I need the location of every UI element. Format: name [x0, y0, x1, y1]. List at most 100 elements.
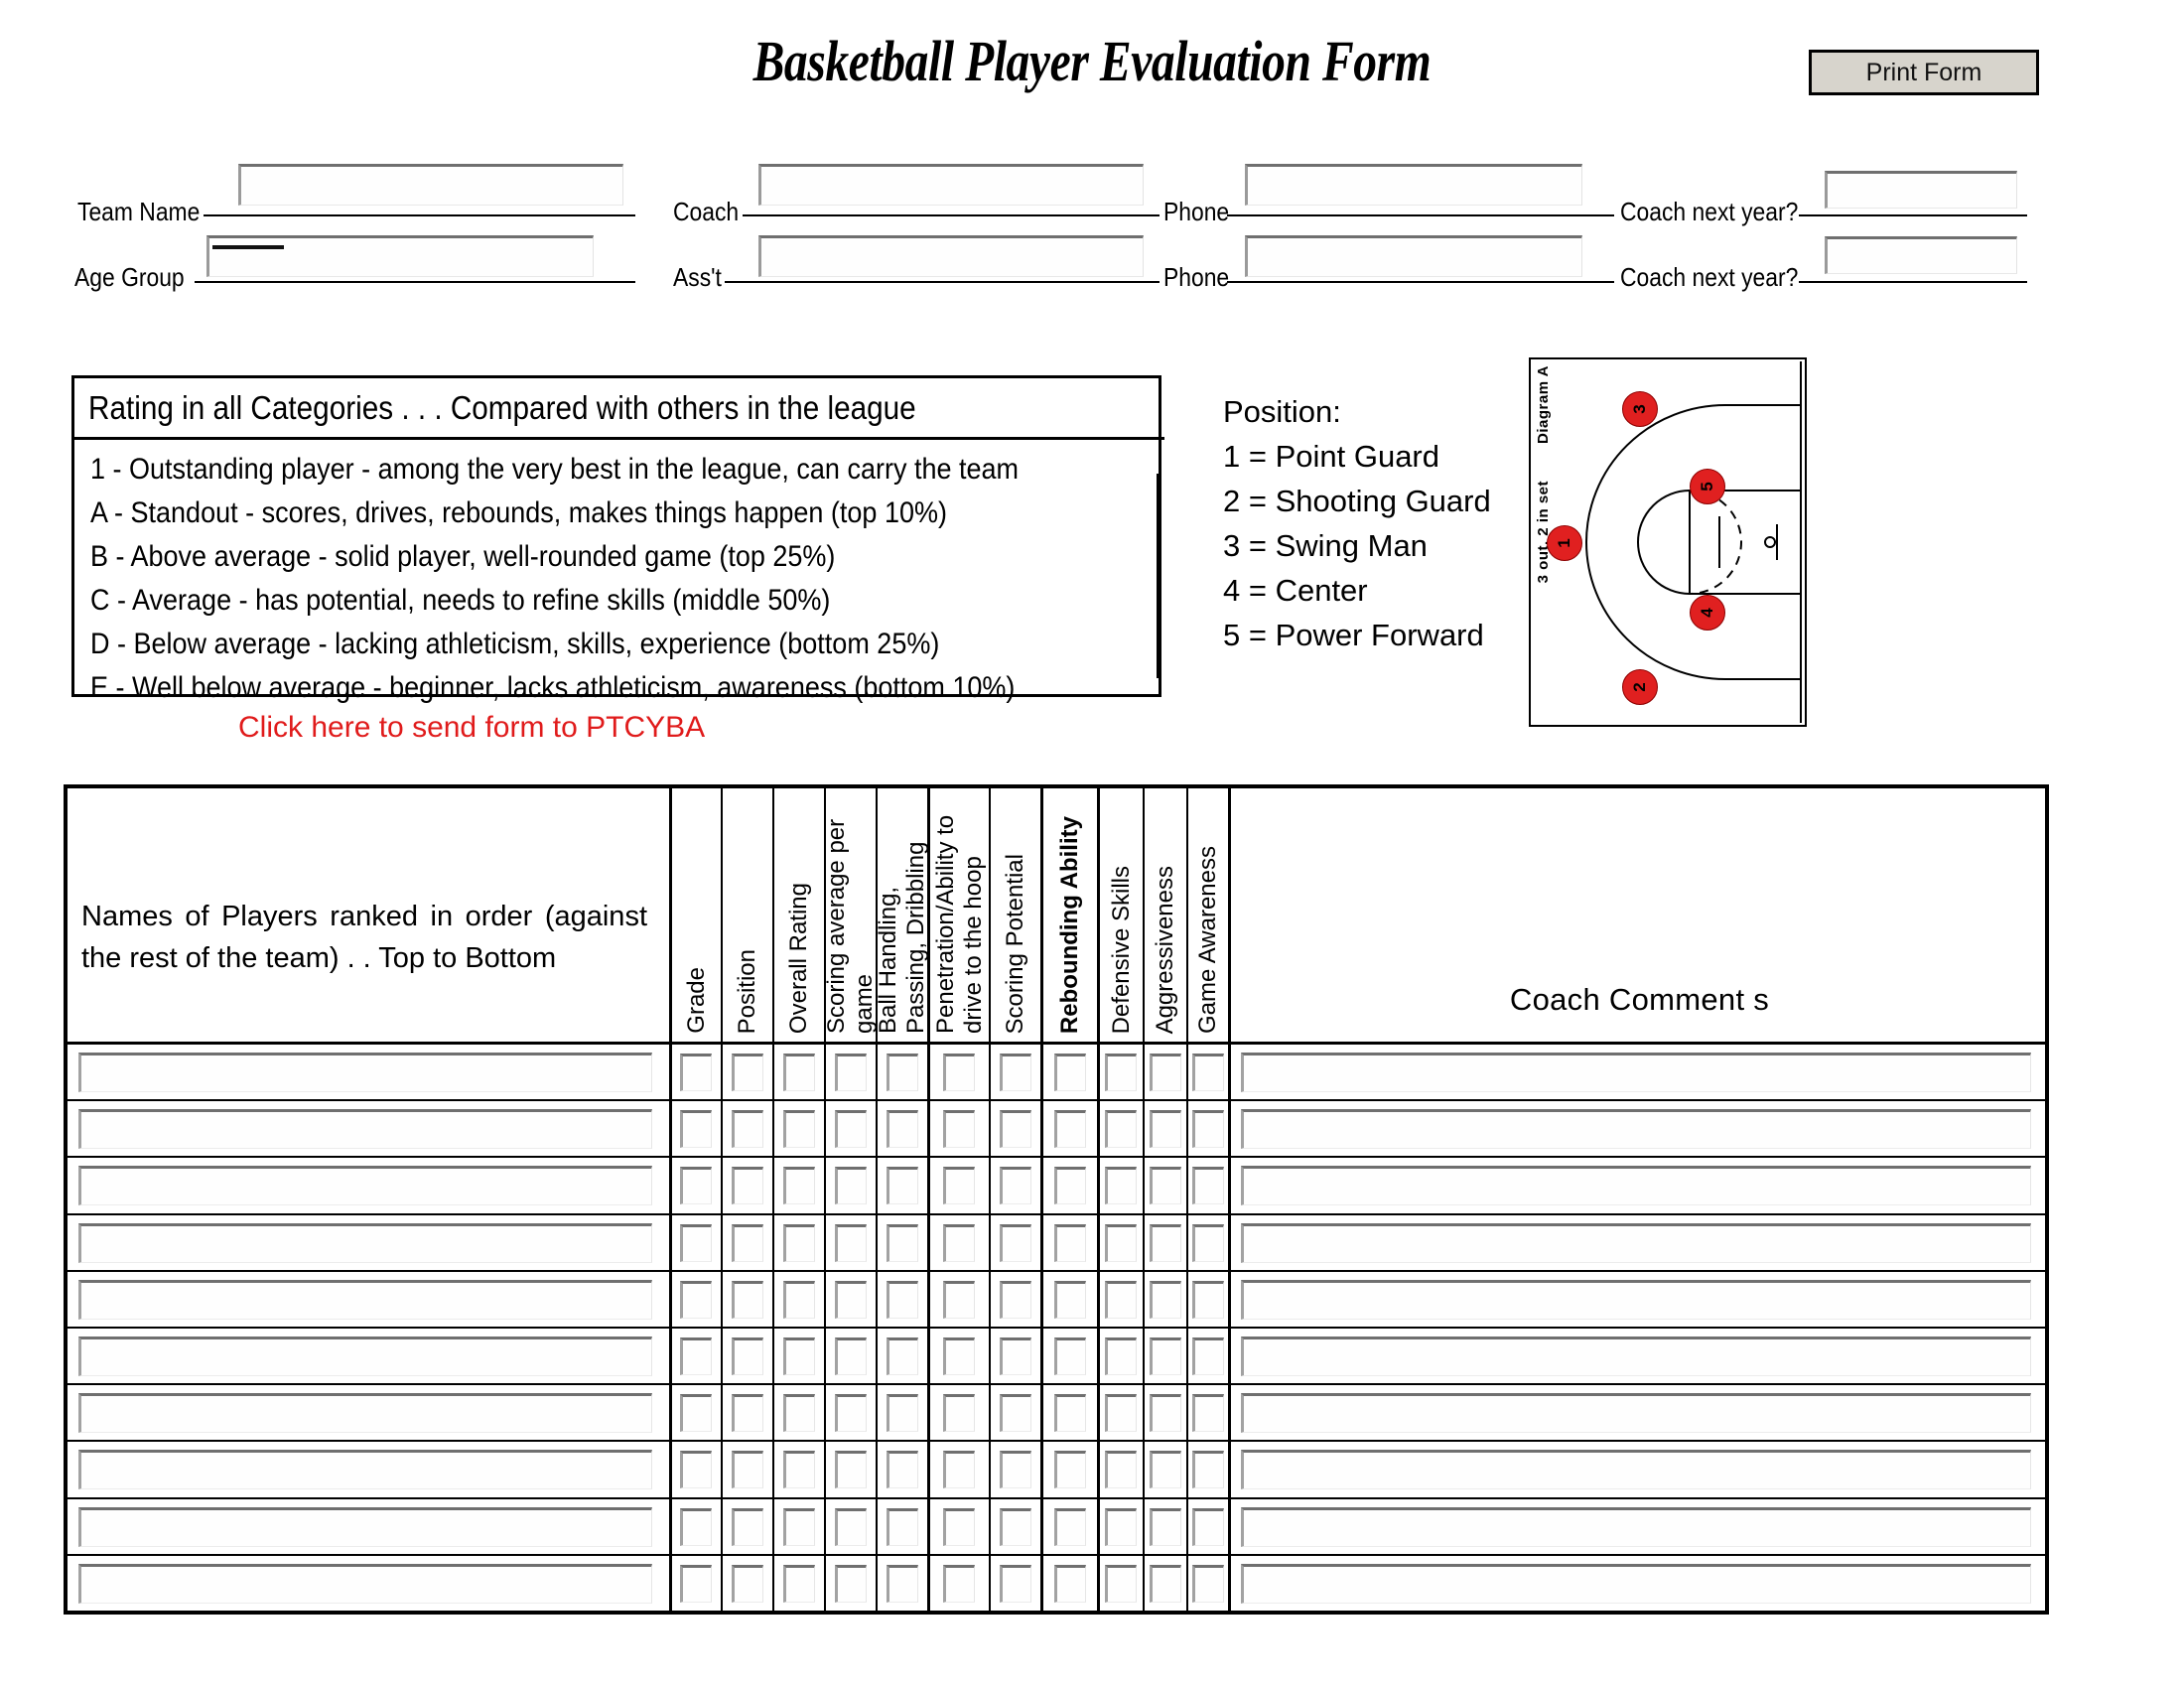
scoring-avg-input[interactable]	[835, 1280, 867, 1319]
rebounding-input[interactable]	[1053, 1054, 1086, 1091]
player-name-input[interactable]	[78, 1222, 652, 1263]
player-name-input[interactable]	[78, 1393, 652, 1434]
defense-input[interactable]	[1105, 1564, 1137, 1603]
coach-comment-input[interactable]	[1241, 1166, 2031, 1206]
awareness-input[interactable]	[1192, 1110, 1224, 1149]
grade-input[interactable]	[680, 1054, 712, 1091]
position-input[interactable]	[732, 1394, 763, 1433]
penetration-input[interactable]	[943, 1280, 975, 1319]
grade-input[interactable]	[680, 1564, 712, 1603]
scoring-potential-input[interactable]	[1000, 1280, 1031, 1319]
rebounding-input[interactable]	[1053, 1110, 1086, 1149]
team-name-input[interactable]	[238, 164, 623, 206]
grade-input[interactable]	[680, 1280, 712, 1319]
coach-comment-input[interactable]	[1241, 1109, 2031, 1150]
rebounding-input[interactable]	[1053, 1280, 1086, 1319]
awareness-input[interactable]	[1192, 1167, 1224, 1205]
rebounding-input[interactable]	[1053, 1336, 1086, 1375]
position-input[interactable]	[732, 1054, 763, 1091]
scoring-potential-input[interactable]	[1000, 1167, 1031, 1205]
aggressiveness-input[interactable]	[1150, 1167, 1181, 1205]
scoring-potential-input[interactable]	[1000, 1564, 1031, 1603]
penetration-input[interactable]	[943, 1110, 975, 1149]
awareness-input[interactable]	[1192, 1280, 1224, 1319]
rebounding-input[interactable]	[1053, 1564, 1086, 1603]
awareness-input[interactable]	[1192, 1223, 1224, 1262]
defense-input[interactable]	[1105, 1054, 1137, 1091]
player-name-input[interactable]	[78, 1336, 652, 1376]
scoring-avg-input[interactable]	[835, 1110, 867, 1149]
grade-input[interactable]	[680, 1167, 712, 1205]
ball-handling-input[interactable]	[887, 1223, 918, 1262]
coach-next-year-input-1[interactable]	[1825, 171, 2017, 209]
aggressiveness-input[interactable]	[1150, 1223, 1181, 1262]
scoring-potential-input[interactable]	[1000, 1336, 1031, 1375]
aggressiveness-input[interactable]	[1150, 1110, 1181, 1149]
scoring-avg-input[interactable]	[835, 1564, 867, 1603]
player-name-input[interactable]	[78, 1450, 652, 1490]
scoring-potential-input[interactable]	[1000, 1223, 1031, 1262]
grade-input[interactable]	[680, 1507, 712, 1546]
aggressiveness-input[interactable]	[1150, 1564, 1181, 1603]
phone-input-1[interactable]	[1245, 164, 1582, 206]
scoring-potential-input[interactable]	[1000, 1394, 1031, 1433]
ball-handling-input[interactable]	[887, 1564, 918, 1603]
age-group-input[interactable]	[206, 235, 594, 277]
rebounding-input[interactable]	[1053, 1394, 1086, 1433]
grade-input[interactable]	[680, 1336, 712, 1375]
ball-handling-input[interactable]	[887, 1336, 918, 1375]
penetration-input[interactable]	[943, 1336, 975, 1375]
penetration-input[interactable]	[943, 1507, 975, 1546]
ball-handling-input[interactable]	[887, 1110, 918, 1149]
player-name-input[interactable]	[78, 1109, 652, 1150]
defense-input[interactable]	[1105, 1110, 1137, 1149]
aggressiveness-input[interactable]	[1150, 1336, 1181, 1375]
rebounding-input[interactable]	[1053, 1223, 1086, 1262]
position-input[interactable]	[732, 1110, 763, 1149]
player-name-input[interactable]	[78, 1166, 652, 1206]
print-form-button[interactable]: Print Form	[1809, 50, 2039, 95]
grade-input[interactable]	[680, 1394, 712, 1433]
defense-input[interactable]	[1105, 1280, 1137, 1319]
asst-input[interactable]	[758, 235, 1144, 277]
scoring-avg-input[interactable]	[835, 1167, 867, 1205]
penetration-input[interactable]	[943, 1394, 975, 1433]
defense-input[interactable]	[1105, 1507, 1137, 1546]
penetration-input[interactable]	[943, 1223, 975, 1262]
coach-comment-input[interactable]	[1241, 1279, 2031, 1320]
scoring-avg-input[interactable]	[835, 1451, 867, 1489]
awareness-input[interactable]	[1192, 1394, 1224, 1433]
penetration-input[interactable]	[943, 1564, 975, 1603]
overall-input[interactable]	[783, 1280, 815, 1319]
scoring-potential-input[interactable]	[1000, 1054, 1031, 1091]
overall-input[interactable]	[783, 1336, 815, 1375]
defense-input[interactable]	[1105, 1451, 1137, 1489]
player-name-input[interactable]	[78, 1506, 652, 1547]
coach-comment-input[interactable]	[1241, 1393, 2031, 1434]
coach-comment-input[interactable]	[1241, 1053, 2031, 1092]
position-input[interactable]	[732, 1223, 763, 1262]
overall-input[interactable]	[783, 1394, 815, 1433]
aggressiveness-input[interactable]	[1150, 1507, 1181, 1546]
scoring-avg-input[interactable]	[835, 1336, 867, 1375]
ball-handling-input[interactable]	[887, 1054, 918, 1091]
defense-input[interactable]	[1105, 1336, 1137, 1375]
ball-handling-input[interactable]	[887, 1167, 918, 1205]
scoring-avg-input[interactable]	[835, 1223, 867, 1262]
ball-handling-input[interactable]	[887, 1507, 918, 1546]
coach-next-year-input-2[interactable]	[1825, 236, 2017, 274]
defense-input[interactable]	[1105, 1394, 1137, 1433]
grade-input[interactable]	[680, 1110, 712, 1149]
position-input[interactable]	[732, 1336, 763, 1375]
position-input[interactable]	[732, 1280, 763, 1319]
awareness-input[interactable]	[1192, 1451, 1224, 1489]
overall-input[interactable]	[783, 1451, 815, 1489]
scoring-potential-input[interactable]	[1000, 1451, 1031, 1489]
overall-input[interactable]	[783, 1507, 815, 1546]
coach-comment-input[interactable]	[1241, 1506, 2031, 1547]
position-input[interactable]	[732, 1507, 763, 1546]
coach-comment-input[interactable]	[1241, 1336, 2031, 1376]
defense-input[interactable]	[1105, 1167, 1137, 1205]
scoring-avg-input[interactable]	[835, 1394, 867, 1433]
defense-input[interactable]	[1105, 1223, 1137, 1262]
